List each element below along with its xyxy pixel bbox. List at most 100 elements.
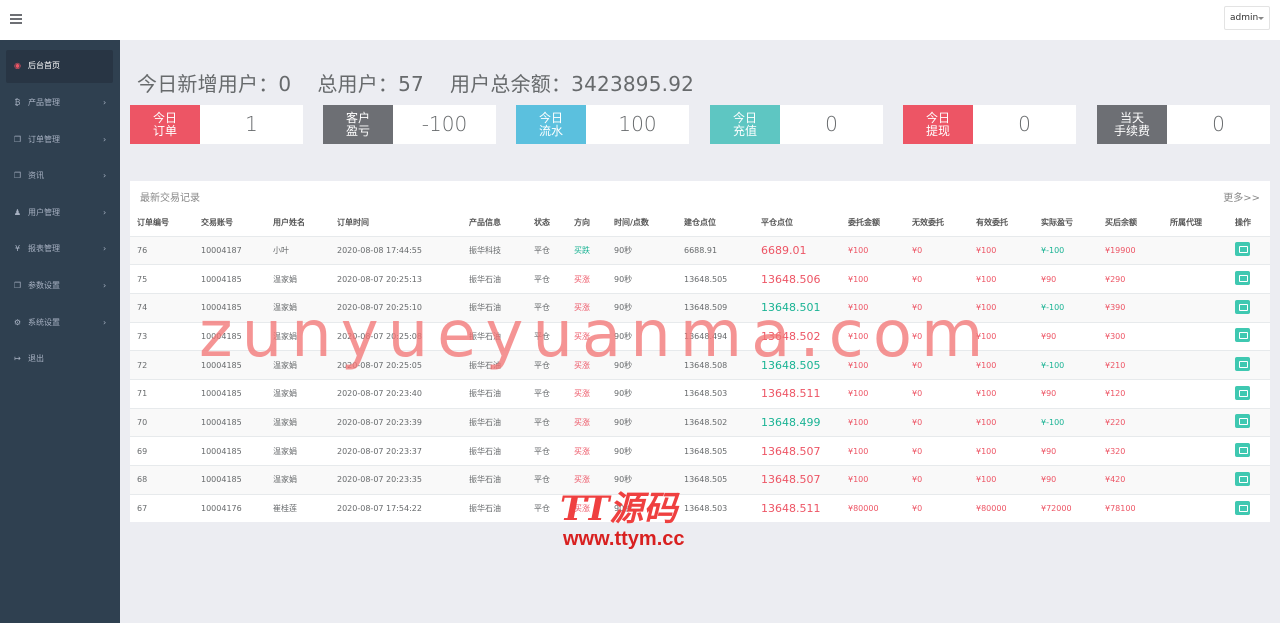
stat-value: 100 [618,112,657,136]
table-cell: ¥0 [905,493,969,523]
table-cell: 买涨 [567,407,607,437]
table-cell [1163,350,1228,380]
view-detail-icon[interactable] [1235,414,1250,429]
caret-down-icon [1258,17,1264,20]
table-cell: 13648.507 [754,465,841,495]
table-cell [1228,465,1270,495]
column-header: 所属代理 [1163,209,1228,237]
table-cell: 10004185 [194,407,266,437]
table-cell: 90秒 [607,493,677,523]
stat-card: 客户 盈亏 -100 [323,105,496,144]
table-cell [1163,235,1228,265]
total-balance: 用户总余额：3423895.92 [449,72,695,96]
table-cell: 70 [130,407,194,437]
stat-label-line: 今日 [538,110,563,125]
view-detail-icon[interactable] [1235,328,1250,343]
table-cell: ¥100 [969,407,1034,437]
stat-label-line: 提现 [925,123,950,138]
column-header: 状态 [527,209,567,237]
table-cell: 13648.511 [754,493,841,523]
sidebar-item-7[interactable]: ❐ 参数设置 › [6,270,113,303]
table-row: 76 10004187 小叶 2020-08-08 17:44:55 振华科技 平仓 买跌 9… [130,235,1270,265]
table-cell: 平仓 [527,292,567,323]
table-cell: 76 [130,235,194,265]
table-cell: 13648.503 [677,493,754,523]
table-cell: ¥90 [1034,264,1098,294]
table-cell: ¥390 [1098,292,1163,323]
table-cell: 72 [130,350,194,380]
sidebar-item-9[interactable]: ↦ 退出 [6,343,113,376]
view-detail-icon[interactable] [1235,299,1250,314]
sidebar-item-2[interactable]: ₿ 产品管理 › [6,87,113,120]
view-detail-icon[interactable] [1235,242,1250,257]
table-cell: ¥0 [905,321,969,351]
table-cell: 2020-08-07 20:25:08 [330,321,462,351]
table-cell: 90秒 [607,264,677,294]
table-cell: 温家娟 [266,264,330,294]
view-detail-icon[interactable] [1235,500,1250,515]
stat-label-line: 今日 [152,110,177,125]
table-cell: ¥0 [905,436,969,466]
chevron-right-icon: › [103,135,107,144]
sidebar-item-3[interactable]: ❐ 订单管理 › [6,124,113,157]
table-cell: ¥0 [905,264,969,294]
table-cell: 90秒 [607,235,677,265]
table-cell: 90秒 [607,350,677,380]
table-cell: 振华石油 [462,350,527,380]
table-cell: ¥120 [1098,378,1163,409]
table-cell [1228,235,1270,265]
sidebar-item-label: 产品管理 [28,98,60,107]
table-cell: 平仓 [527,378,567,409]
column-header: 平仓点位 [754,209,841,237]
table-cell: ¥100 [969,264,1034,294]
sidebar-item-label: 系统设置 [28,318,60,327]
sidebar-item-label: 退出 [28,354,44,363]
table-cell [1163,436,1228,466]
sidebar-item-5[interactable]: ♟ 用户管理 › [6,197,113,230]
table-cell: 振华石油 [462,407,527,437]
view-detail-icon[interactable] [1235,357,1250,372]
stat-label-line: 手续费 [1113,123,1150,138]
user-dropdown[interactable]: admin [1224,6,1270,30]
sidebar-item-4[interactable]: ❐ 资讯 › [6,160,113,193]
table-cell: 13648.502 [677,407,754,437]
latest-trades-panel: 最新交易记录 更多>> 订单编号 交易账号 用户姓名 订单时间 产品信息 状态 方向 时间/点… [130,181,1270,523]
table-cell [1228,378,1270,409]
view-detail-icon[interactable] [1235,271,1250,286]
table-cell: 74 [130,292,194,323]
table-row: 68 10004185 温家娟 2020-08-07 20:23:35 振华石油 平仓 买涨… [130,465,1270,495]
table-cell: 2020-08-07 20:23:40 [330,378,462,409]
copy-icon: ❐ [13,171,22,180]
table-cell [1163,292,1228,323]
table-cell: 平仓 [527,436,567,466]
chevron-right-icon: › [103,171,107,180]
view-detail-icon[interactable] [1235,385,1250,400]
table-cell: 平仓 [527,235,567,265]
table-cell: ¥80000 [969,493,1034,523]
table-cell: 振华石油 [462,292,527,323]
table-row: 72 10004185 温家娟 2020-08-07 20:25:05 振华石油 平仓 买涨… [130,350,1270,380]
user-icon: ♟ [13,208,22,217]
view-detail-icon[interactable] [1235,443,1250,458]
menu-toggle-icon[interactable] [10,14,22,24]
table-cell: 6689.01 [754,235,841,265]
table-cell: 10004185 [194,378,266,409]
view-detail-icon[interactable] [1235,471,1250,486]
column-header: 订单编号 [130,209,194,237]
column-header: 有效委托 [969,209,1034,237]
table-cell: ¥100 [841,378,905,409]
more-link[interactable]: 更多>> [1223,189,1260,204]
table-cell: ¥100 [841,465,905,495]
table-cell: ¥90 [1034,436,1098,466]
table-cell: 买涨 [567,493,607,523]
sidebar-item-8[interactable]: ⚙ 系统设置 › [6,307,113,340]
table-cell: ¥300 [1098,321,1163,351]
table-cell: 平仓 [527,407,567,437]
table-cell: 13648.506 [754,264,841,294]
table-cell [1228,493,1270,523]
copy-icon: ❐ [13,281,22,290]
table-cell: 买涨 [567,436,607,466]
sidebar-item-6[interactable]: ¥ 报表管理 › [6,233,113,266]
table-cell: 13648.509 [677,292,754,323]
sidebar-item-1[interactable]: ◉ 后台首页 [6,50,113,83]
